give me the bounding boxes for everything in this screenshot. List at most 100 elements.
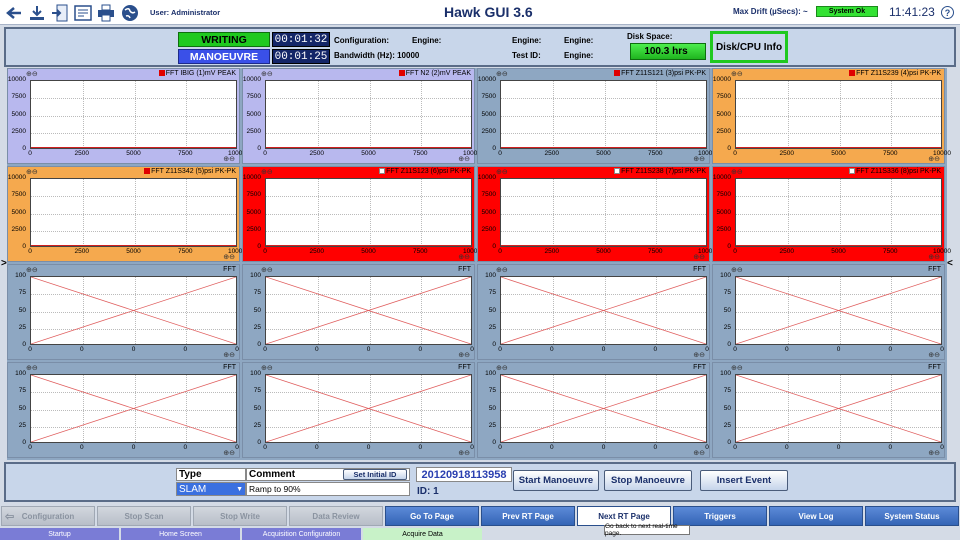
plot-area[interactable] bbox=[500, 80, 707, 149]
zoom-icon[interactable]: ⊕⊖ bbox=[223, 155, 235, 163]
plot-area[interactable] bbox=[265, 276, 472, 345]
nav-button-view-log[interactable]: View Log bbox=[769, 506, 863, 526]
plot-area[interactable] bbox=[30, 374, 237, 443]
insert-event-button[interactable]: Insert Event bbox=[700, 470, 788, 491]
plot-area[interactable] bbox=[735, 276, 942, 345]
system-status-badge: System Ok bbox=[816, 6, 878, 17]
zoom-icon[interactable]: ⊕⊖ bbox=[693, 351, 705, 359]
zoom-icon[interactable]: ⊕⊖ bbox=[693, 253, 705, 261]
y-tick-label: 25 bbox=[723, 421, 731, 429]
plot-panel: ⊕⊖ FFT 100 75 50 25 0 0 0 0 0 0 ⊕⊖ bbox=[242, 362, 475, 458]
y-tick-label: 10000 bbox=[7, 76, 26, 83]
start-manoeuvre-button[interactable]: Start Manoeuvre bbox=[513, 470, 599, 491]
disk-cpu-info-button[interactable]: Disk/CPU Info bbox=[710, 31, 788, 63]
zoom-icon[interactable]: ⊕⊖ bbox=[458, 155, 470, 163]
plot-title: FFT Z11S121 (3)psi PK-PK bbox=[478, 69, 709, 79]
tab-home-screen[interactable]: Home Screen bbox=[121, 528, 240, 540]
spectrum-line bbox=[501, 245, 706, 246]
zoom-icon[interactable]: ⊕⊖ bbox=[693, 155, 705, 163]
y-tick-label: 2500 bbox=[481, 225, 496, 233]
y-tick-label: 25 bbox=[723, 323, 731, 331]
plot-area[interactable] bbox=[735, 80, 942, 149]
printer-icon[interactable] bbox=[96, 3, 116, 22]
legend-marker-icon bbox=[849, 70, 856, 77]
comment-input[interactable]: Ramp to 90% bbox=[246, 482, 410, 496]
zoom-icon[interactable]: ⊕⊖ bbox=[458, 449, 470, 457]
nav-button-label: System Status bbox=[884, 511, 940, 521]
y-tick-label: 100 bbox=[250, 272, 261, 279]
nav-button-label: Prev RT Page bbox=[502, 511, 554, 521]
y-tick-label: 2500 bbox=[246, 225, 261, 233]
plot-area[interactable] bbox=[735, 178, 942, 247]
x-tick-label: 2500 bbox=[544, 248, 559, 255]
legend-marker-icon bbox=[379, 168, 386, 175]
zoom-icon[interactable]: ⊕⊖ bbox=[458, 351, 470, 359]
plot-panel: ⊕⊖ FFT 100 75 50 25 0 0 0 0 0 0 ⊕⊖ bbox=[712, 264, 945, 360]
plot-area[interactable] bbox=[500, 374, 707, 443]
y-tick-label: 7500 bbox=[11, 93, 26, 101]
y-tick-label: 100 bbox=[720, 370, 731, 377]
collapse-right-icon[interactable]: < bbox=[947, 258, 953, 269]
nav-button-prev-rt-page[interactable]: Prev RT Page bbox=[481, 506, 575, 526]
y-tick-label: 25 bbox=[253, 323, 261, 331]
plot-title-text: FFT bbox=[458, 266, 471, 273]
plot-area[interactable] bbox=[265, 80, 472, 149]
nav-button-label: Stop Write bbox=[220, 511, 260, 521]
zoom-icon[interactable]: ⊕⊖ bbox=[928, 351, 940, 359]
plot-title-text: FFT Z11S336 (8)psi PK-PK bbox=[856, 168, 941, 175]
nav-button-system-status[interactable]: System Status bbox=[865, 506, 959, 526]
plot-area[interactable] bbox=[265, 374, 472, 443]
x-tick-label: 0 bbox=[498, 346, 502, 353]
plot-area[interactable] bbox=[500, 276, 707, 345]
plot-area[interactable] bbox=[500, 178, 707, 247]
zoom-icon[interactable]: ⊕⊖ bbox=[928, 449, 940, 457]
plot-area[interactable] bbox=[30, 80, 237, 149]
no-data-cross bbox=[501, 375, 706, 442]
tab-acquisition-configuration[interactable]: Acquisition Configuration bbox=[242, 528, 361, 540]
zoom-icon[interactable]: ⊕⊖ bbox=[458, 253, 470, 261]
type-select[interactable]: SLAM ▼ bbox=[176, 482, 246, 496]
stop-manoeuvre-button[interactable]: Stop Manoeuvre bbox=[604, 470, 692, 491]
zoom-icon[interactable]: ⊕⊖ bbox=[223, 253, 235, 261]
zoom-icon[interactable]: ⊕⊖ bbox=[223, 351, 235, 359]
zoom-icon[interactable]: ⊕⊖ bbox=[928, 155, 940, 163]
plot-title-text: FFT bbox=[693, 266, 706, 273]
globe-icon[interactable] bbox=[120, 3, 140, 22]
plot-area[interactable] bbox=[265, 178, 472, 247]
tab-startup[interactable]: Startup bbox=[0, 528, 119, 540]
nav-button-stop-write[interactable]: Stop Write bbox=[193, 506, 287, 526]
event-id-label: ID: 1 bbox=[417, 486, 439, 497]
spectrum-line bbox=[31, 147, 236, 148]
plot-area[interactable] bbox=[30, 178, 237, 247]
legend-marker-icon bbox=[398, 70, 405, 77]
plot-panel: ⊕⊖ FFT 100 75 50 25 0 0 0 0 0 0 ⊕⊖ bbox=[477, 362, 710, 458]
spectrum-line bbox=[736, 147, 941, 148]
zoom-icon[interactable]: ⊕⊖ bbox=[223, 449, 235, 457]
nav-button-stop-scan[interactable]: Stop Scan bbox=[97, 506, 191, 526]
export-icon[interactable] bbox=[50, 3, 70, 22]
back-arrow-icon[interactable] bbox=[4, 3, 24, 22]
set-initial-id-button[interactable]: Set Initial ID bbox=[343, 469, 407, 480]
plot-title-text: FFT Z11S121 (3)psi PK-PK bbox=[621, 70, 706, 77]
y-tick-label: 2500 bbox=[481, 127, 496, 135]
nav-button-configuration[interactable]: ⇦ Configuration bbox=[1, 506, 95, 526]
y-tick-label: 2500 bbox=[246, 127, 261, 135]
plot-area[interactable] bbox=[735, 374, 942, 443]
zoom-icon[interactable]: ⊕⊖ bbox=[693, 449, 705, 457]
y-tick-label: 10000 bbox=[242, 76, 261, 83]
plot-title: FFT Z11S342 (5)psi PK-PK bbox=[8, 167, 239, 177]
nav-button-data-review[interactable]: Data Review bbox=[289, 506, 383, 526]
tab-acquire-data[interactable]: Acquire Data bbox=[363, 528, 482, 540]
expand-left-icon[interactable]: > bbox=[1, 258, 7, 269]
zoom-icon[interactable]: ⊕⊖ bbox=[928, 253, 940, 261]
help-icon[interactable]: ? bbox=[941, 6, 954, 19]
nav-button-go-to-page[interactable]: Go To Page bbox=[385, 506, 479, 526]
plot-title-text: FFT bbox=[693, 364, 706, 371]
bandwidth-label: Bandwidth (Hz): 10000 bbox=[334, 51, 420, 60]
plot-area[interactable] bbox=[30, 276, 237, 345]
legend-marker-icon bbox=[144, 168, 151, 175]
plot-title-text: FFT bbox=[928, 364, 941, 371]
type-header: Type bbox=[176, 468, 246, 481]
download-icon[interactable] bbox=[27, 3, 47, 22]
report-icon[interactable] bbox=[73, 3, 93, 22]
